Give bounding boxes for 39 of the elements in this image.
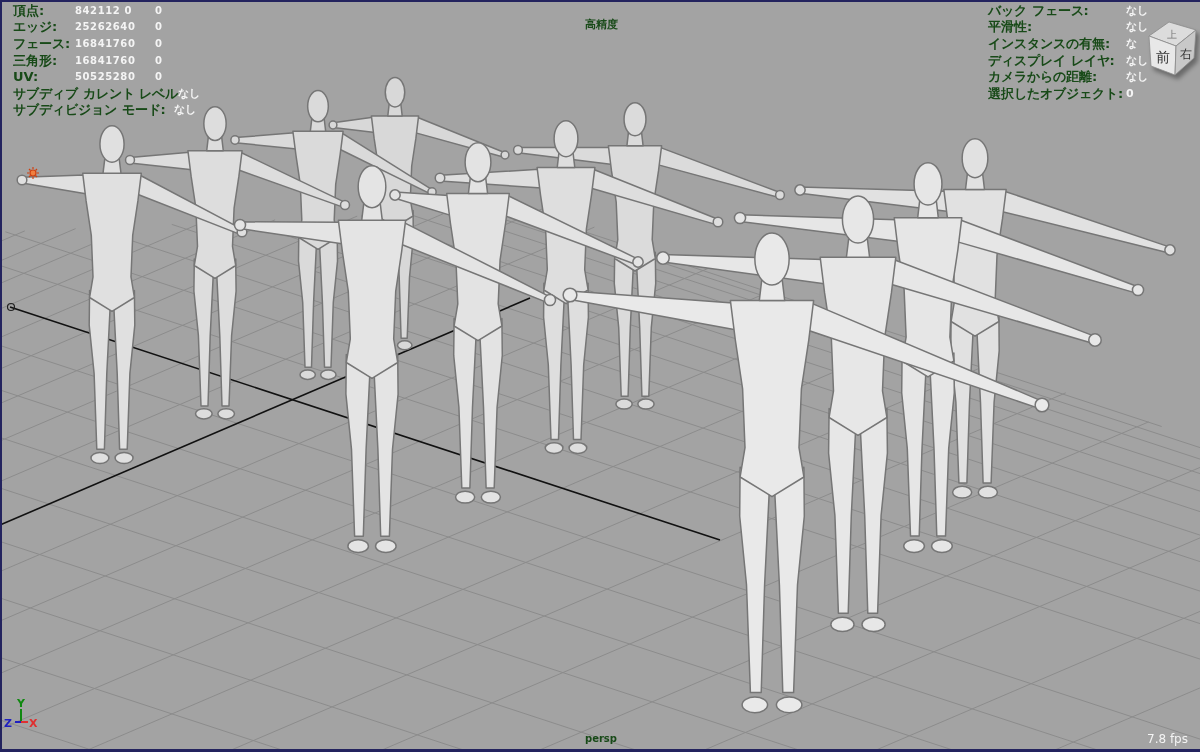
- hud-label: サブディブ カレント レベル: [13, 85, 179, 101]
- hud-value: 50525280: [75, 70, 137, 85]
- hud-value: 16841760: [75, 37, 137, 51]
- hud-value: なし: [1126, 52, 1148, 68]
- hud-label: 平滑性:: [988, 19, 1034, 35]
- axis-label: Y: [17, 697, 25, 710]
- hud-value: な: [1126, 36, 1138, 51]
- hud-label: 選択したオブジェクト:: [988, 85, 1125, 101]
- fps-counter: 7.8 fps: [1147, 732, 1188, 746]
- hud-label: エッジ:: [13, 19, 59, 35]
- hud-label: UV:: [13, 69, 40, 85]
- hud-value: なし: [173, 102, 196, 118]
- hud-value: 0: [155, 3, 164, 18]
- hud-value: なし: [1126, 2, 1148, 18]
- hud-value: なし: [1126, 69, 1148, 85]
- sun-icon: [26, 166, 40, 180]
- hud-value: 0: [155, 53, 164, 68]
- hud-value: 842112 0: [75, 3, 133, 18]
- hud-value: なし: [1126, 19, 1148, 35]
- hud-label: サブディビジョン モード:: [13, 102, 166, 118]
- hud-value: 0: [155, 20, 164, 35]
- hud-value: 0: [155, 37, 164, 51]
- viewport-title: 高精度: [584, 17, 618, 32]
- axis-label: Z: [4, 717, 12, 730]
- hud-value: 0: [155, 70, 164, 85]
- hud-value: 0: [1126, 85, 1135, 101]
- hud-label: バック フェース:: [988, 2, 1090, 18]
- ring-icon: [6, 302, 16, 312]
- hud-label: ディスプレイ レイヤ:: [988, 52, 1116, 68]
- hud-label: 頂点:: [13, 2, 46, 18]
- hud-label: インスタンスの有無:: [988, 36, 1112, 51]
- hud-label: 三角形:: [13, 52, 59, 68]
- camera-name: persp: [585, 733, 617, 744]
- axis-label: X: [29, 717, 38, 730]
- hud-label: フェース:: [13, 36, 72, 51]
- hud-value: 16841760: [75, 53, 137, 68]
- hud-value: 25262640: [75, 20, 137, 35]
- hud-label: カメラからの距離:: [988, 69, 1099, 85]
- hud-value: なし: [178, 85, 201, 101]
